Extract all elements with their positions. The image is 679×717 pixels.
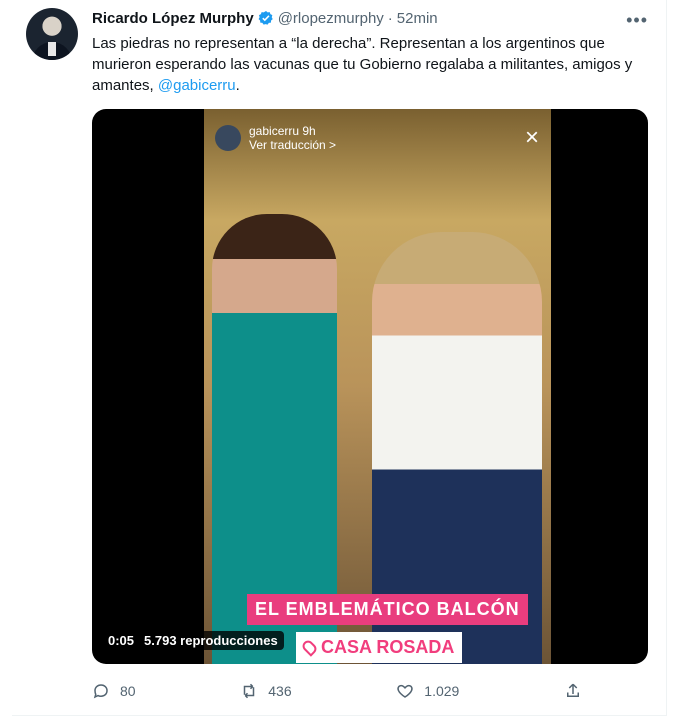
author-name[interactable]: Ricardo López Murphy	[92, 10, 254, 27]
story-avatar	[215, 125, 241, 151]
story-user-bar: gabicerru 9h Ver traducción >	[215, 124, 336, 152]
story-user-line: gabicerru 9h	[249, 124, 336, 138]
tweet-text: Las piedras no representan a “la derecha…	[92, 33, 647, 96]
story-video-frame: gabicerru 9h Ver traducción > × EL EMBLE…	[204, 109, 551, 664]
more-horizontal-icon[interactable]: •••	[626, 10, 648, 31]
like-button[interactable]: 1.029	[396, 682, 459, 700]
retweet-button[interactable]: 436	[240, 682, 292, 700]
share-icon	[567, 683, 579, 697]
reply-button[interactable]: 80	[92, 682, 136, 700]
retweet-count: 436	[268, 683, 292, 699]
verified-badge-icon	[258, 11, 273, 25]
location-sticker: CASA ROSADA	[296, 632, 463, 663]
close-icon: ×	[524, 124, 539, 151]
share-button[interactable]	[564, 682, 582, 700]
heart-icon	[397, 684, 413, 698]
avatar-shirt-shape	[48, 42, 56, 56]
video-duration: 0:05	[108, 633, 135, 648]
author-avatar[interactable]	[26, 8, 78, 60]
video-reproductions: 5.793 reproducciones	[144, 633, 278, 648]
video-media[interactable]: gabicerru 9h Ver traducción > × EL EMBLE…	[92, 109, 648, 664]
tweet-timestamp[interactable]: 52min	[397, 10, 438, 27]
mention-link[interactable]: @gabicerru	[158, 77, 236, 94]
timestamp-separator: ·	[387, 9, 393, 27]
tweet-card[interactable]: Ricardo López Murphy @rlopezmurphy · 52m…	[12, 0, 667, 716]
translation-link: Ver traducción >	[249, 138, 337, 152]
like-count: 1.029	[424, 683, 460, 699]
tweet-actions: 80 436 1.029	[92, 682, 582, 700]
location-text: CASA ROSADA	[321, 637, 455, 657]
location-pin-icon	[300, 638, 319, 657]
story-banner-text: EL EMBLEMÁTICO BALCÓN	[247, 594, 528, 625]
tweet-header: Ricardo López Murphy @rlopezmurphy · 52m…	[92, 8, 438, 28]
reply-icon	[93, 684, 108, 699]
story-time: 9h	[302, 124, 316, 138]
video-view-count: 0:05 5.793 reproducciones	[102, 631, 284, 650]
reply-count: 80	[120, 683, 136, 699]
tweet-text-end: .	[235, 77, 240, 94]
retweet-icon	[244, 683, 255, 699]
story-username: gabicerru	[249, 124, 300, 138]
author-handle[interactable]: @rlopezmurphy	[278, 10, 384, 27]
